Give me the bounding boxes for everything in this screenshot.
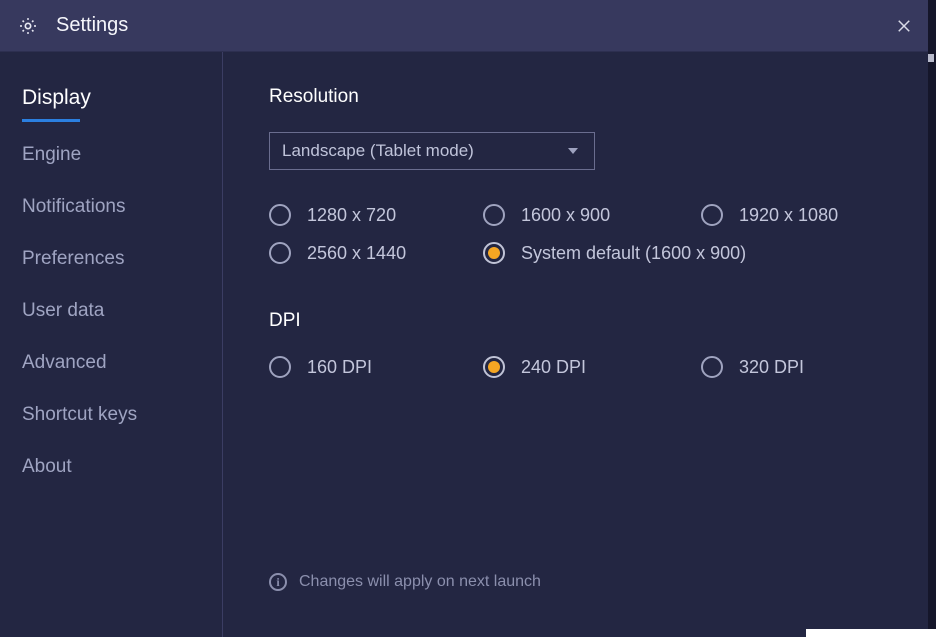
window-edge — [928, 0, 936, 637]
sidebar-item-label: Display — [22, 86, 91, 109]
sidebar-item-label: About — [22, 456, 72, 477]
radio-icon — [269, 242, 291, 264]
radio-icon — [701, 356, 723, 378]
main-panel: Resolution Landscape (Tablet mode) 1280 … — [223, 52, 936, 637]
radio-icon — [483, 242, 505, 264]
radio-label: 1920 x 1080 — [739, 205, 838, 226]
radio-label: 1600 x 900 — [521, 205, 610, 226]
radio-label: 2560 x 1440 — [307, 243, 406, 264]
sidebar-item-label: Advanced — [22, 352, 107, 373]
resolution-radio-2560x1440[interactable]: 2560 x 1440 — [269, 242, 483, 264]
window-title: Settings — [56, 14, 128, 37]
sidebar-item-notifications[interactable]: Notifications — [22, 196, 126, 248]
window-edge-mark — [928, 54, 934, 62]
resolution-radio-1280x720[interactable]: 1280 x 720 — [269, 204, 483, 226]
radio-icon — [483, 356, 505, 378]
sidebar-item-user-data[interactable]: User data — [22, 300, 104, 352]
radio-label: 320 DPI — [739, 357, 804, 378]
resolution-options: 1280 x 720 1600 x 900 1920 x 1080 2560 x… — [269, 204, 904, 264]
resolution-radio-1600x900[interactable]: 1600 x 900 — [483, 204, 701, 226]
sidebar-item-label: Shortcut keys — [22, 404, 137, 425]
gear-icon — [18, 16, 38, 36]
radio-label: System default (1600 x 900) — [521, 243, 746, 264]
dpi-radio-160[interactable]: 160 DPI — [269, 356, 483, 378]
dpi-options: 160 DPI 240 DPI 320 DPI — [269, 356, 904, 378]
settings-window: Settings Display Engine Notifications Pr… — [0, 0, 936, 637]
resolution-title: Resolution — [269, 86, 904, 108]
close-button[interactable] — [890, 12, 918, 40]
orientation-dropdown[interactable]: Landscape (Tablet mode) — [269, 132, 595, 170]
radio-icon — [269, 204, 291, 226]
sidebar-item-label: Engine — [22, 144, 81, 165]
chevron-down-icon — [568, 148, 578, 154]
sidebar-item-label: User data — [22, 300, 104, 321]
info-icon: i — [269, 573, 287, 591]
dpi-title: DPI — [269, 310, 904, 332]
resolution-radio-1920x1080[interactable]: 1920 x 1080 — [701, 204, 904, 226]
resolution-radio-system-default[interactable]: System default (1600 x 900) — [483, 242, 904, 264]
radio-label: 240 DPI — [521, 357, 586, 378]
sidebar-item-shortcut-keys[interactable]: Shortcut keys — [22, 404, 137, 456]
sidebar-item-engine[interactable]: Engine — [22, 144, 81, 196]
sidebar-item-advanced[interactable]: Advanced — [22, 352, 107, 404]
dropdown-selected-label: Landscape (Tablet mode) — [282, 141, 474, 161]
sidebar-item-display[interactable]: Display — [22, 86, 91, 144]
dpi-radio-320[interactable]: 320 DPI — [701, 356, 904, 378]
sidebar-item-label: Notifications — [22, 196, 126, 217]
radio-label: 1280 x 720 — [307, 205, 396, 226]
window-edge-bottom — [806, 629, 936, 637]
sidebar: Display Engine Notifications Preferences… — [0, 52, 223, 637]
dpi-radio-240[interactable]: 240 DPI — [483, 356, 701, 378]
body: Display Engine Notifications Preferences… — [0, 52, 936, 637]
radio-label: 160 DPI — [307, 357, 372, 378]
titlebar: Settings — [0, 0, 936, 52]
sidebar-item-preferences[interactable]: Preferences — [22, 248, 124, 300]
sidebar-item-about[interactable]: About — [22, 456, 72, 508]
sidebar-item-label: Preferences — [22, 248, 124, 269]
restart-notice: i Changes will apply on next launch — [269, 573, 541, 591]
radio-icon — [483, 204, 505, 226]
radio-icon — [701, 204, 723, 226]
radio-icon — [269, 356, 291, 378]
notice-text: Changes will apply on next launch — [299, 573, 541, 591]
